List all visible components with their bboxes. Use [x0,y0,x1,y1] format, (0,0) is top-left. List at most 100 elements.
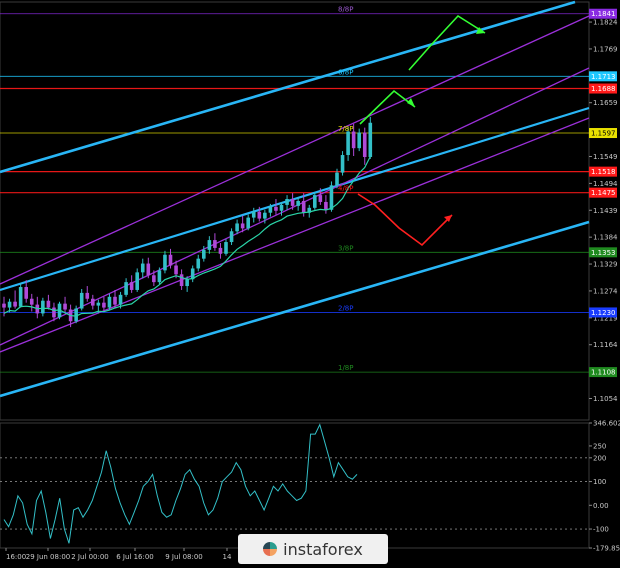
candle-body [285,199,289,205]
murrey-label: 7/8P [338,125,354,133]
channel-line [0,117,590,353]
price-chart: 8/8P 6/8P 7/8P 4/8P 3/8P 2/8P 1/8P 1.1824 1.1769… [0,0,620,561]
price-badge-label: 1.1353 [591,249,616,257]
candle-body [174,265,178,275]
moving-average-line [3,156,371,317]
candle-body [257,211,262,219]
price-tick-label: 1.1439 [593,207,618,215]
price-badge-label: 1.1713 [591,73,616,81]
candle-body [290,199,295,206]
candle-body [168,254,173,266]
candle-body [146,263,151,276]
candle-body [279,204,284,211]
candle-body [268,206,273,213]
candle-body [335,172,339,186]
channel-line [0,106,590,292]
indicator-tick-label: 200 [593,454,606,462]
candle-body [224,242,228,254]
candle-body [18,287,23,307]
price-tick-label: 1.1054 [593,395,618,403]
candle-body [202,249,206,259]
price-tick-label: 1.1824 [593,19,618,27]
indicator-tick-label: 0.00 [593,502,609,510]
indicator-tick-label: 250 [593,442,606,450]
channel-line [0,67,590,346]
price-tick-label: 1.1769 [593,45,618,53]
chart-stage: 8/8P 6/8P 7/8P 4/8P 3/8P 2/8P 1/8P 1.1824 1.1769… [0,0,620,564]
x-tick-label: 2 Jul 00:00 [71,553,109,561]
candle-body [41,300,45,314]
candle-body [368,122,373,157]
watermark-logo: instaforex [238,534,388,564]
price-tick-label: 1.1549 [593,153,618,161]
candle-body [91,298,95,306]
candle-body [118,294,123,305]
logo-icon [263,542,278,556]
candle-body [251,211,256,218]
candle-body [129,282,134,290]
candle-body [301,200,306,213]
murrey-label: 1/8P [338,364,354,372]
channel-line [0,15,590,285]
main-plot-frame [0,1,590,421]
candle-body [157,270,162,283]
candle-body [318,195,323,202]
indicator-tick-label: -100 [593,526,609,534]
candle-body [313,195,317,208]
channel-line [0,220,590,398]
candle-body [163,254,167,271]
murrey-label: 8/8P [338,6,354,14]
candle-body [152,275,156,283]
candle-body [296,200,300,206]
candle-body [140,263,145,273]
x-tick-label: 6 Jul 16:00 [116,553,154,561]
price-badge-label: 1.1841 [591,10,616,18]
candle-body [96,302,101,306]
candle-body [2,303,6,308]
x-tick-label: 16:00 [6,553,26,561]
candle-body [46,300,51,308]
price-badge-label: 1.1518 [591,168,616,176]
candle-body [113,296,117,305]
candle-body [85,292,90,299]
price-badge-label: 1.1475 [591,189,616,197]
candle-body [213,240,217,248]
candle-body [240,223,245,229]
price-badge-label: 1.1597 [591,130,616,138]
x-tick-label: 9 Jul 08:00 [165,553,203,561]
candle-body [329,185,334,210]
candle-body [24,287,28,299]
price-badge-label: 1.1108 [591,369,616,377]
candle-body [351,131,356,149]
murrey-label: 4/8P [338,185,354,193]
forecast-arrow-up-far [408,14,486,71]
price-tick-label: 1.1494 [593,180,618,188]
candle-body [229,231,234,243]
candle-body [29,298,34,305]
candle-body [179,274,184,287]
candle-body [324,201,328,210]
candle-body [124,282,128,295]
price-tick-label: 1.1164 [593,341,618,349]
candle-body [52,307,56,318]
price-badge-label: 1.1230 [591,309,616,317]
price-tick-label: 1.1384 [593,234,618,242]
indicator-tick-label: 100 [593,478,606,486]
arrow-head [407,98,415,107]
candle-body [235,223,239,232]
candle-body [7,301,12,308]
x-tick-label: 29 Jun 08:00 [26,553,70,561]
candle-body [196,258,201,269]
candle-body [357,132,361,149]
candle-body [13,301,17,307]
candle-body [340,155,345,173]
candle-body [246,217,250,229]
candle-body [79,292,84,309]
price-badge-label: 1.1688 [591,85,616,93]
price-tick-label: 1.1659 [593,99,618,107]
candle-body [263,212,267,219]
channel-line [0,0,576,174]
logo-text: instaforex [283,539,363,559]
cci-line [3,423,358,544]
candle-body [63,303,67,310]
